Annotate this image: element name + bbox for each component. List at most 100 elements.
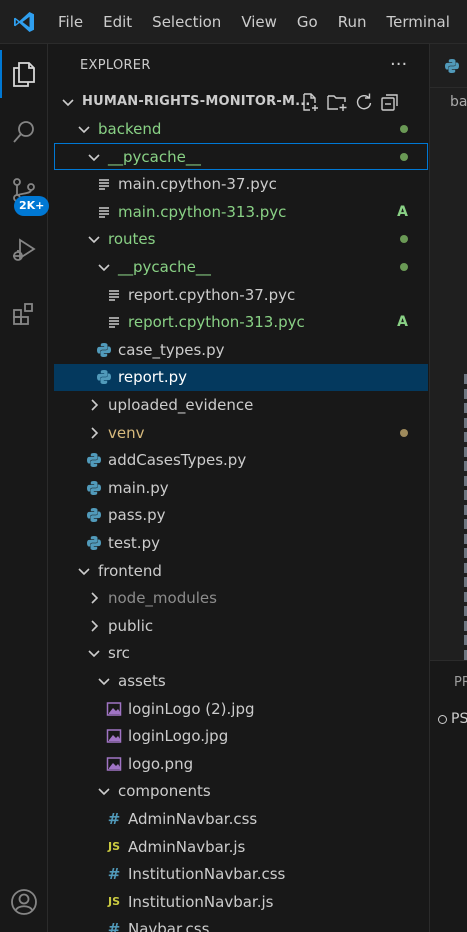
- tree-row[interactable]: backend: [54, 116, 428, 143]
- tree-row[interactable]: loginLogo.jpg: [54, 723, 428, 750]
- tree-row[interactable]: assets: [54, 668, 428, 695]
- python-file-icon: [445, 59, 459, 73]
- tree-row[interactable]: main.py: [54, 474, 428, 501]
- menu-selection[interactable]: Selection: [142, 0, 231, 43]
- chevron-down-icon: [96, 783, 112, 799]
- activity-bar: 2K+: [0, 44, 50, 932]
- python-file-icon: [86, 480, 102, 496]
- tree-row[interactable]: __pycache__: [54, 143, 428, 171]
- tree-row[interactable]: frontend: [54, 557, 428, 584]
- tree-row-label: addCasesTypes.py: [108, 451, 247, 470]
- lines-file-icon: [96, 176, 112, 192]
- tree-row-label: venv: [108, 423, 145, 442]
- source-control-badge: 2K+: [14, 196, 50, 216]
- tree-row[interactable]: case_types.py: [54, 336, 428, 363]
- chevron-down-icon: [76, 563, 92, 579]
- explorer-header: EXPLORER ···: [54, 44, 428, 88]
- account-icon[interactable]: [0, 878, 48, 926]
- tree-row[interactable]: node_modules: [54, 585, 428, 612]
- tree-row[interactable]: JS AdminNavbar.js: [54, 833, 428, 860]
- tree-row[interactable]: pass.py: [54, 502, 428, 529]
- python-file-icon: [86, 535, 102, 551]
- tree-row-label: public: [108, 616, 154, 635]
- new-folder-icon[interactable]: [326, 92, 348, 112]
- tree-row[interactable]: src: [54, 640, 428, 667]
- tree-row[interactable]: # InstitutionNavbar.css: [54, 861, 428, 888]
- tree-row-label: components: [118, 782, 211, 801]
- tree-row[interactable]: public: [54, 612, 428, 639]
- tree-row-label: __pycache__: [118, 258, 211, 276]
- tree-row[interactable]: uploaded_evidence: [54, 392, 428, 419]
- tree-row[interactable]: test.py: [54, 530, 428, 557]
- tree-row[interactable]: JS InstitutionNavbar.js: [54, 888, 428, 915]
- python-file-icon: [86, 452, 102, 468]
- menu-help[interactable]: He: [460, 0, 467, 43]
- tree-row-label: case_types.py: [118, 340, 225, 359]
- chevron-down-icon: [86, 645, 102, 661]
- panel-terminal-item[interactable]: PS: [438, 711, 467, 727]
- chevron-down-icon: [76, 121, 92, 137]
- tree-row[interactable]: main.cpython-37.pyc: [54, 171, 428, 198]
- tree-row[interactable]: __pycache__: [54, 254, 428, 281]
- title-bar: File Edit Selection View Go Run Terminal…: [0, 0, 467, 44]
- menu-terminal[interactable]: Terminal: [377, 0, 460, 43]
- tree-row-label: __pycache__: [108, 147, 201, 166]
- tree-row-label: loginLogo.jpg: [128, 727, 229, 746]
- search-icon[interactable]: [0, 108, 48, 156]
- root-actions: [300, 88, 400, 115]
- circle-icon: [438, 714, 447, 724]
- workspace-root[interactable]: HUMAN-RIGHTS-MONITOR-M...: [54, 88, 428, 115]
- refresh-icon[interactable]: [354, 92, 374, 112]
- js-file-icon: JS: [107, 895, 120, 909]
- tree-row[interactable]: addCasesTypes.py: [54, 447, 428, 474]
- panel-item-label: PS: [451, 711, 467, 727]
- tree-row[interactable]: logo.png: [54, 750, 428, 777]
- tree-row[interactable]: report.cpython-313.pyc A: [54, 309, 428, 336]
- tree-row[interactable]: main.cpython-313.pyc A: [54, 198, 428, 225]
- tree-row[interactable]: loginLogo (2).jpg: [54, 695, 428, 722]
- tree-row[interactable]: routes: [54, 226, 428, 253]
- git-status-added: A: [397, 314, 408, 331]
- css-file-icon: #: [107, 865, 121, 884]
- tree-row-label: frontend: [98, 561, 162, 580]
- explorer-title: EXPLORER: [80, 58, 151, 73]
- tree-row-label: pass.py: [108, 506, 166, 525]
- menu-view[interactable]: View: [231, 0, 287, 43]
- workspace-root-label: HUMAN-RIGHTS-MONITOR-M...: [82, 94, 311, 109]
- lines-file-icon: [96, 204, 112, 220]
- tree-row[interactable]: components: [54, 778, 428, 805]
- panel-title[interactable]: PR: [454, 675, 467, 690]
- new-file-icon[interactable]: [300, 92, 320, 112]
- menu-edit[interactable]: Edit: [93, 0, 142, 43]
- tree-row-label: routes: [108, 230, 156, 249]
- tree-row-label: main.cpython-37.pyc: [118, 175, 277, 194]
- explorer-icon[interactable]: [0, 50, 48, 98]
- tree-row[interactable]: report.cpython-37.pyc: [54, 281, 428, 308]
- tree-row[interactable]: # AdminNavbar.css: [54, 806, 428, 833]
- editor-tab[interactable]: [430, 44, 467, 88]
- collapse-all-icon[interactable]: [380, 92, 400, 112]
- tree-row-label: main.py: [108, 478, 169, 497]
- tree-row[interactable]: report.py: [54, 363, 428, 391]
- more-actions-icon[interactable]: ···: [390, 54, 407, 75]
- tree-row-label: InstitutionNavbar.css: [128, 865, 286, 884]
- run-debug-icon[interactable]: [0, 226, 48, 274]
- lines-file-icon: [106, 314, 122, 330]
- git-status-dot: [400, 419, 408, 446]
- menu-file[interactable]: File: [48, 0, 93, 43]
- git-status-dot: [400, 254, 408, 281]
- editor-breadcrumb[interactable]: ba: [450, 94, 467, 110]
- git-status-added: A: [397, 203, 408, 220]
- tree-row[interactable]: venv: [54, 419, 428, 446]
- menu-run[interactable]: Run: [328, 0, 377, 43]
- tree-row-label: src: [108, 644, 130, 663]
- chevron-down-icon: [96, 259, 112, 275]
- git-status-dot: [400, 116, 408, 143]
- menu-go[interactable]: Go: [287, 0, 328, 43]
- extensions-icon[interactable]: [0, 290, 48, 338]
- tree-row-label: report.cpython-313.pyc: [128, 313, 305, 332]
- css-file-icon: #: [107, 810, 121, 828]
- image-file-icon: [106, 756, 122, 772]
- tree-row-label: main.cpython-313.pyc: [118, 202, 287, 221]
- tree-row[interactable]: # Navbar.css: [54, 916, 428, 932]
